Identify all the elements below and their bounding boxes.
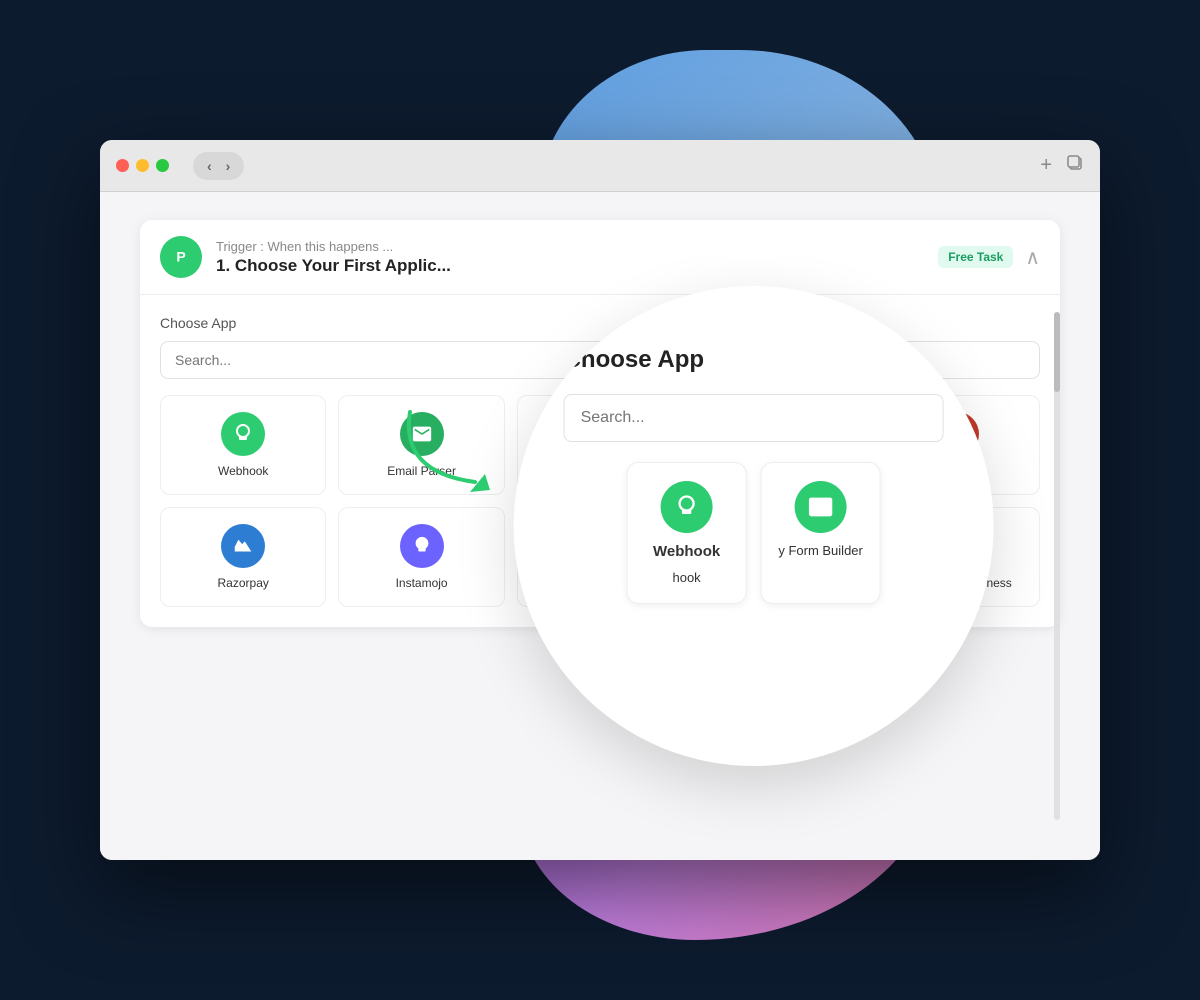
browser-content: P Trigger : When this happens ... 1. Cho… — [100, 192, 1100, 860]
scroll-thumb[interactable] — [1054, 312, 1060, 392]
webhook-label: Webhook — [218, 464, 268, 478]
app-card-razorpay[interactable]: Razorpay — [160, 507, 326, 607]
title-bar: ‹ › + — [100, 140, 1100, 192]
green-arrow — [390, 392, 510, 517]
nav-buttons: ‹ › — [193, 152, 244, 180]
modal-webhook-icon — [661, 481, 713, 533]
svg-text:P: P — [176, 249, 185, 265]
traffic-lights — [116, 159, 169, 172]
forward-button[interactable]: › — [220, 156, 237, 176]
modal-webhook-big-label: Webhook — [653, 543, 720, 560]
add-tab-icon[interactable]: + — [1040, 154, 1052, 178]
title-bar-actions: + — [1040, 154, 1084, 178]
close-button[interactable] — [116, 159, 129, 172]
modal-form-builder-label: y Form Builder — [778, 543, 863, 558]
panel-header: P Trigger : When this happens ... 1. Cho… — [140, 220, 1060, 295]
pabbly-logo: P — [160, 236, 202, 278]
razorpay-icon — [221, 524, 265, 568]
duplicate-icon[interactable] — [1066, 154, 1084, 178]
panel-title-block: Trigger : When this happens ... 1. Choos… — [216, 239, 938, 276]
webhook-icon — [221, 412, 265, 456]
modal-form-builder-icon — [795, 481, 847, 533]
collapse-button[interactable]: ∧ — [1025, 245, 1040, 270]
maximize-button[interactable] — [156, 159, 169, 172]
razorpay-label: Razorpay — [218, 576, 269, 590]
modal-webhook-label: hook — [672, 570, 700, 585]
modal-app-card-webhook[interactable]: Webhook hook — [627, 462, 747, 604]
free-task-badge: Free Task — [938, 246, 1013, 268]
modal-overlay: Choose App Webhook hook — [514, 286, 994, 766]
panel-title: 1. Choose Your First Applic... — [216, 256, 938, 276]
app-card-instamojo[interactable]: Instamojo — [338, 507, 504, 607]
modal-app-card-form-builder[interactable]: y Form Builder — [761, 462, 881, 604]
back-button[interactable]: ‹ — [201, 156, 218, 176]
scrollbar[interactable] — [1054, 312, 1060, 820]
browser-window: ‹ › + P — [100, 140, 1100, 860]
modal-apps-row: Webhook hook y Form Builder — [564, 462, 944, 604]
instamojo-icon — [400, 524, 444, 568]
choose-app-label: Choose App — [160, 315, 1040, 331]
trigger-label: Trigger : When this happens ... — [216, 239, 938, 254]
instamojo-label: Instamojo — [396, 576, 448, 590]
app-card-webhook[interactable]: Webhook — [160, 395, 326, 495]
modal-search-input[interactable] — [564, 394, 944, 442]
minimize-button[interactable] — [136, 159, 149, 172]
